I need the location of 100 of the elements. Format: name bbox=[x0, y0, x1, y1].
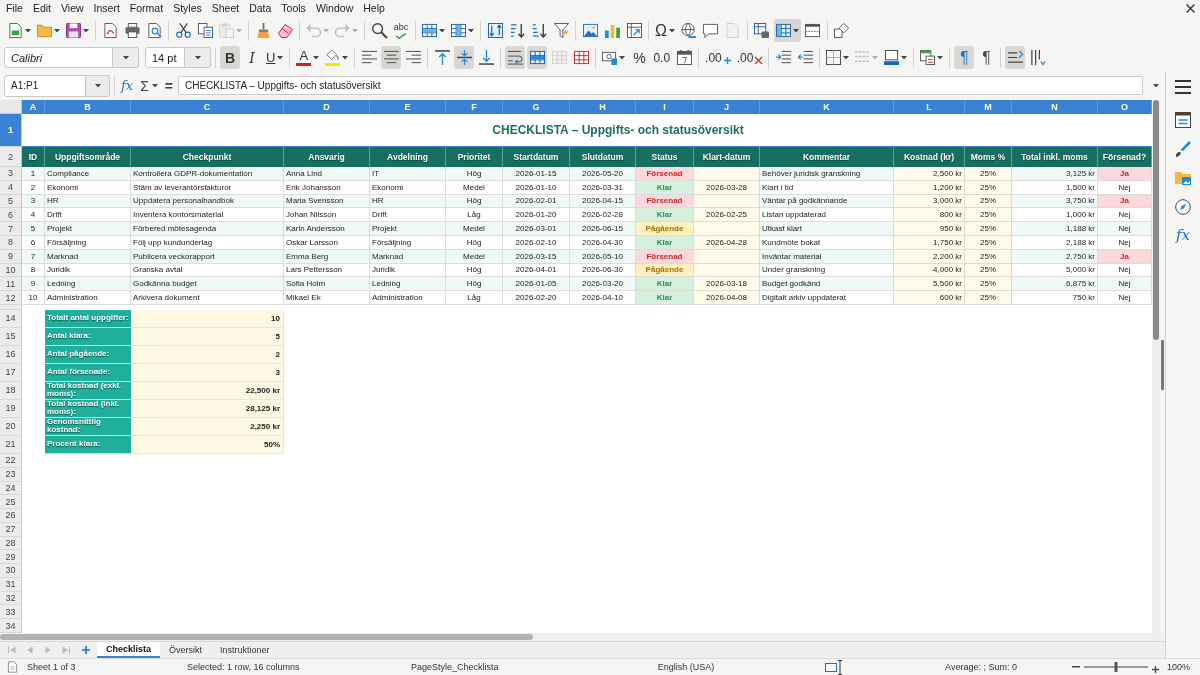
menu-item[interactable]: Styles bbox=[168, 0, 207, 17]
font-size-field[interactable]: 14 pt bbox=[145, 47, 185, 68]
dropdown-button[interactable] bbox=[113, 47, 139, 68]
column-header[interactable]: E bbox=[370, 100, 446, 114]
table-cell: Nej bbox=[1098, 291, 1152, 305]
add-sheet-button[interactable] bbox=[79, 643, 93, 657]
menu-item[interactable]: View bbox=[56, 0, 89, 17]
column-header[interactable]: J bbox=[694, 100, 760, 114]
underline-button[interactable]: U bbox=[264, 46, 286, 69]
navigator-button[interactable] bbox=[1173, 197, 1193, 217]
sidebar-menu-button[interactable] bbox=[1173, 77, 1193, 97]
wrap-text-button[interactable] bbox=[505, 46, 526, 69]
row-header[interactable]: 34 bbox=[0, 619, 22, 633]
column-header[interactable]: I bbox=[636, 100, 694, 114]
row-header[interactable]: 2 bbox=[0, 147, 22, 167]
menu-icon bbox=[1175, 79, 1191, 95]
properties-button[interactable] bbox=[1173, 110, 1193, 130]
menu-item[interactable]: Insert bbox=[88, 0, 125, 17]
special-character-button[interactable]: Ω bbox=[653, 19, 677, 42]
scrollbar-thumb[interactable] bbox=[1153, 100, 1159, 340]
number-format-button[interactable]: 0.0 bbox=[651, 46, 673, 69]
highlight-button[interactable] bbox=[323, 46, 351, 69]
text-horizontal-button[interactable] bbox=[1005, 46, 1026, 69]
column-header[interactable]: B bbox=[45, 100, 131, 114]
triangle-left-icon bbox=[26, 646, 34, 654]
caret-icon bbox=[619, 55, 626, 60]
column-header[interactable]: O bbox=[1098, 100, 1152, 114]
row-header[interactable]: 6 bbox=[0, 208, 22, 223]
row-header[interactable]: 33 bbox=[0, 605, 22, 620]
column-header[interactable]: A bbox=[22, 100, 45, 114]
shapes-icon bbox=[834, 23, 850, 38]
sum-button[interactable]: Σ bbox=[138, 75, 160, 96]
function-wizard-button[interactable]: fx bbox=[119, 75, 136, 96]
image-icon bbox=[582, 23, 598, 38]
search-icon bbox=[371, 23, 387, 38]
dropdown-button[interactable] bbox=[185, 47, 211, 68]
sheet-tab[interactable]: Översikt bbox=[160, 642, 212, 658]
formula-button[interactable]: = bbox=[162, 75, 175, 96]
spelling-button[interactable]: abc bbox=[391, 19, 411, 42]
vertical-scrollbar[interactable] bbox=[1152, 100, 1160, 633]
slider-thumb[interactable] bbox=[1114, 662, 1118, 672]
row-header[interactable]: 11 bbox=[0, 277, 22, 292]
column-header[interactable]: N bbox=[1012, 100, 1098, 114]
horizontal-scrollbar[interactable] bbox=[0, 633, 1165, 641]
menu-item[interactable]: Tools bbox=[276, 0, 311, 17]
delete-decimal-button[interactable]: .00 bbox=[734, 46, 765, 69]
freeze-button[interactable] bbox=[773, 19, 801, 42]
styles-button[interactable] bbox=[1173, 139, 1193, 159]
bold-button[interactable]: B bbox=[220, 46, 240, 69]
menu-item[interactable]: Format bbox=[124, 0, 169, 17]
menu-item[interactable]: File bbox=[1, 0, 28, 17]
row-header[interactable]: 25 bbox=[0, 495, 22, 510]
scrollbar-thumb[interactable] bbox=[0, 634, 533, 640]
merge-center-button[interactable] bbox=[527, 46, 548, 69]
table-cell: Hög bbox=[446, 277, 503, 292]
menu-item[interactable]: Data bbox=[244, 0, 277, 17]
formula-input-field[interactable]: CHECKLISTA – Uppgifts- och statusöversikt bbox=[178, 76, 1143, 95]
table-cell: Drift bbox=[45, 208, 131, 223]
menu-item[interactable]: Edit bbox=[27, 0, 56, 17]
column-header[interactable]: H bbox=[570, 100, 636, 114]
row-header[interactable]: 29 bbox=[0, 550, 22, 565]
italic-button[interactable]: I bbox=[242, 46, 262, 69]
functions-button[interactable]: fx bbox=[1174, 226, 1192, 245]
menu-item[interactable]: Help bbox=[358, 0, 390, 17]
right-to-left-button[interactable]: ¶ bbox=[976, 46, 997, 69]
sheet-tab[interactable]: Checklista bbox=[97, 642, 161, 658]
dropdown-button[interactable] bbox=[86, 74, 110, 97]
row-header[interactable]: 30 bbox=[0, 564, 22, 578]
column-heading: ID bbox=[22, 147, 45, 167]
column-header[interactable]: M bbox=[965, 100, 1012, 114]
column-header[interactable]: K bbox=[760, 100, 894, 114]
table-icon bbox=[529, 50, 545, 65]
column-header[interactable]: D bbox=[284, 100, 370, 114]
sidebar-handle[interactable] bbox=[1161, 340, 1164, 390]
font-name-field[interactable]: Calibri bbox=[4, 47, 113, 68]
sheet-tab[interactable]: Instruktioner bbox=[211, 642, 279, 658]
table-cell: Listan uppdaterad bbox=[760, 208, 894, 223]
row-header[interactable]: 12 bbox=[0, 291, 22, 305]
add-decimal-button[interactable]: .00 bbox=[703, 46, 733, 69]
font-color-button[interactable]: A bbox=[294, 46, 322, 69]
align-middle-button[interactable] bbox=[454, 46, 475, 69]
menu-item[interactable]: Sheet bbox=[206, 0, 245, 17]
selection-info: Selected: 1 row, 16 columns bbox=[187, 662, 300, 672]
row-header[interactable]: 26 bbox=[0, 509, 22, 523]
sort-icon bbox=[487, 23, 503, 38]
column-header[interactable]: C bbox=[131, 100, 284, 114]
column-header[interactable]: L bbox=[894, 100, 965, 114]
row-header[interactable]: 1 bbox=[0, 114, 22, 147]
column-heading: Slutdatum bbox=[570, 147, 636, 167]
column-header[interactable]: F bbox=[446, 100, 503, 114]
menu-item[interactable]: Window bbox=[310, 0, 359, 17]
column-header[interactable]: G bbox=[503, 100, 570, 114]
close-button[interactable] bbox=[1186, 4, 1195, 13]
left-to-right-button[interactable]: ¶ bbox=[954, 46, 975, 69]
row-header[interactable]: 7 bbox=[0, 222, 22, 236]
row-header[interactable]: 3 bbox=[0, 167, 22, 181]
caret-icon bbox=[352, 28, 358, 33]
align-center-button[interactable] bbox=[381, 46, 402, 69]
name-box-field[interactable]: A1:P1 bbox=[4, 74, 86, 97]
percent-format-button[interactable]: % bbox=[629, 46, 650, 69]
